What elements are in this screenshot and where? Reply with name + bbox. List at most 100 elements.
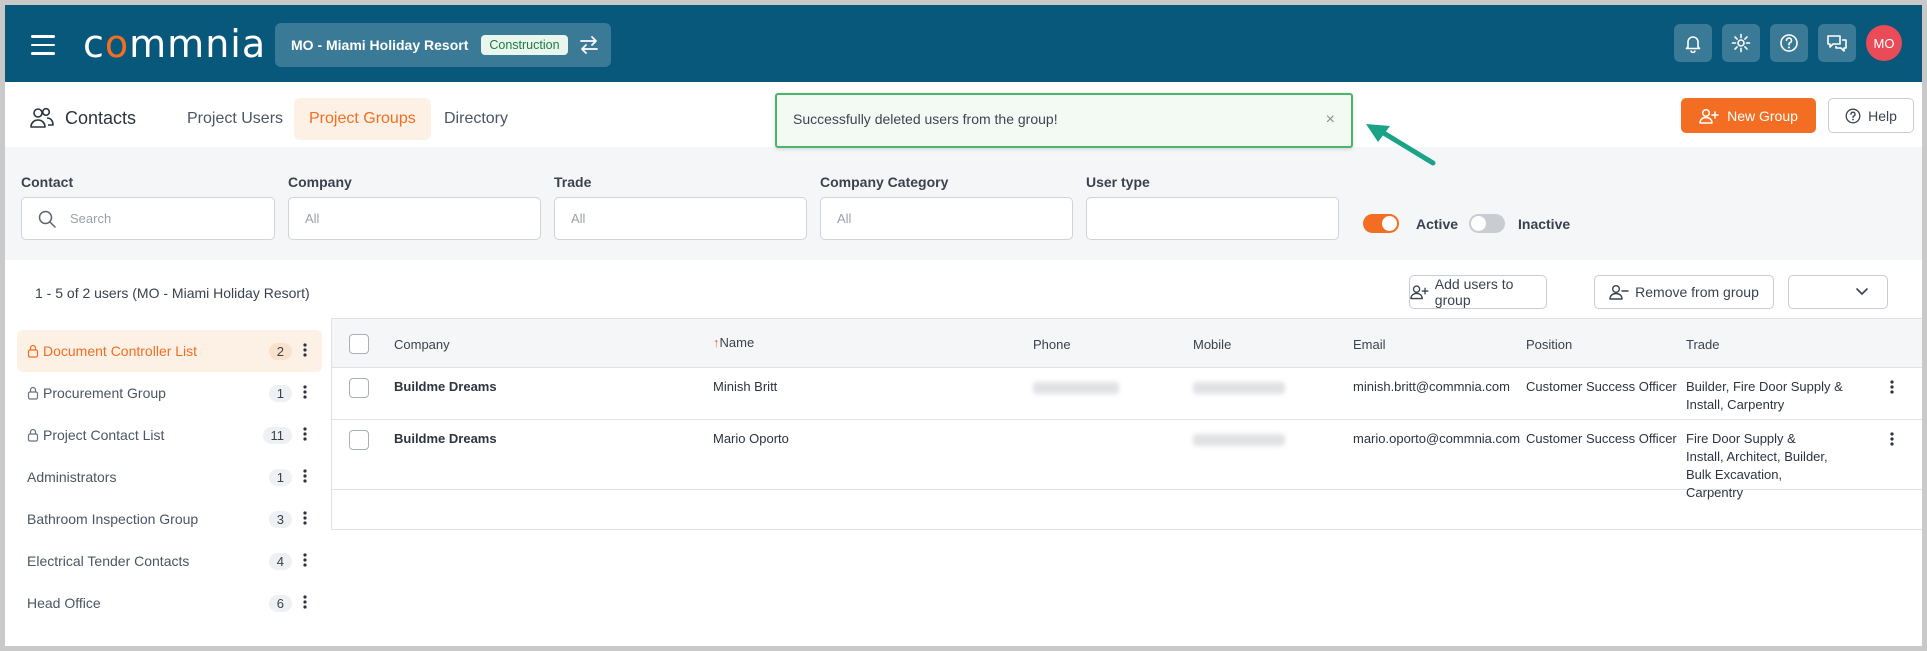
cell-trade: Fire Door Supply & Install, Architect, B… [1686,431,1828,500]
annotation-arrow-icon [1366,124,1436,166]
redacted-phone [1033,382,1119,394]
company-category-filter-select[interactable]: All [820,197,1073,240]
row-more-vertical-icon[interactable] [1890,432,1894,446]
group-count: 1 [268,468,292,486]
lock-icon [27,386,39,400]
add-users-to-group-button[interactable]: Add users to group [1409,275,1547,309]
trade-filter-label: Trade [554,174,592,190]
active-toggle-label: Active [1416,216,1459,232]
hamburger-menu-icon[interactable] [31,35,55,55]
group-count: 3 [268,510,292,528]
help-button[interactable]: Help [1828,98,1914,133]
chevron-down-icon [1856,288,1868,295]
commnia-logo[interactable]: commnia [83,22,266,66]
contact-filter-label: Contact [21,174,74,190]
filters-panel: Contact Search Company All Trade All Com… [5,147,1922,260]
group-count: 4 [268,552,292,570]
user-avatar[interactable]: MO [1866,25,1902,61]
trade-filter-select[interactable]: All [554,197,807,240]
col-name-label: Name [719,335,755,350]
cell-company: Buildme Dreams [394,379,497,394]
company-filter-label: Company [288,174,352,190]
col-position[interactable]: Position [1526,337,1572,352]
more-vertical-icon[interactable] [303,511,307,525]
redacted-mobile [1193,434,1285,446]
inactive-toggle[interactable] [1469,214,1505,233]
row-more-vertical-icon[interactable] [1890,380,1894,394]
table-row[interactable]: Buildme Dreams Minish Britt minish.britt… [332,368,1922,420]
group-item[interactable]: Head Office 6 [17,582,322,624]
group-count: 6 [268,594,292,612]
success-toast: Successfully deleted users from the grou… [775,93,1353,148]
contact-search-input[interactable]: Search [21,197,275,240]
group-item[interactable]: Project Contact List 11 [17,414,322,456]
results-count: 1 - 5 of 2 users (MO - Miami Holiday Res… [35,285,310,301]
table-row[interactable]: Buildme Dreams Mario Oporto mario.oporto… [332,420,1922,500]
more-vertical-icon[interactable] [303,427,307,441]
tab-directory[interactable]: Directory [429,98,523,140]
group-item[interactable]: Administrators 1 [17,456,322,498]
help-label: Help [1868,107,1897,124]
search-placeholder: Search [70,211,112,226]
group-item[interactable]: Electrical Tender Contacts 4 [17,540,322,582]
table-header: Company ↑Name Phone Mobile Email Positio… [332,318,1922,368]
group-name: Electrical Tender Contacts [27,553,190,569]
search-icon [38,210,56,228]
notifications-bell-icon[interactable] [1674,24,1712,62]
cell-name: Mario Oporto [713,431,789,446]
more-vertical-icon[interactable] [303,469,307,483]
tab-project-groups[interactable]: Project Groups [294,98,431,140]
company-filter-select[interactable]: All [288,197,541,240]
more-vertical-icon[interactable] [303,553,307,567]
group-name: Head Office [27,595,101,611]
add-users-label: Add users to group [1434,276,1514,308]
remove-user-icon [1609,285,1629,300]
chat-messages-icon[interactable] [1818,24,1856,62]
help-circle-icon[interactable] [1770,24,1808,62]
group-name: Document Controller List [43,343,198,359]
active-toggle[interactable] [1363,214,1399,233]
col-name[interactable]: ↑Name [713,335,754,350]
groups-list: Document Controller List 2 Procurement G… [17,330,322,624]
col-trade[interactable]: Trade [1686,337,1719,352]
add-user-icon [1410,285,1429,300]
col-phone[interactable]: Phone [1033,337,1071,352]
row-checkbox[interactable] [349,378,369,398]
group-name: Project Contact List [43,427,165,443]
group-item[interactable]: Procurement Group 1 [17,372,322,414]
tab-project-users[interactable]: Project Users [172,98,298,140]
user-type-filter-select[interactable] [1086,197,1339,240]
swap-arrows-icon [579,36,598,54]
remove-from-group-label: Remove from group [1635,284,1759,300]
col-email[interactable]: Email [1353,337,1386,352]
group-name: Administrators [27,469,117,485]
select-all-checkbox[interactable] [349,334,369,354]
group-count: 11 [262,426,292,444]
more-vertical-icon[interactable] [303,385,307,399]
more-vertical-icon[interactable] [303,595,307,609]
page-title-text: Contacts [65,107,137,128]
group-count: 2 [268,342,292,360]
toast-close-icon[interactable]: × [1326,111,1335,129]
settings-gear-icon[interactable] [1722,24,1760,62]
col-mobile[interactable]: Mobile [1193,337,1231,352]
inactive-toggle-label: Inactive [1518,216,1571,232]
app-window: commnia MO - Miami Holiday Resort Constr… [5,5,1922,646]
group-members-table: Company ↑Name Phone Mobile Email Positio… [331,318,1922,530]
page-title: Contacts [29,107,136,129]
actions-dropdown[interactable] [1788,275,1888,309]
project-switcher[interactable]: MO - Miami Holiday Resort Construction [275,23,611,67]
help-question-icon [1845,108,1861,123]
more-vertical-icon[interactable] [303,343,307,357]
lock-icon [27,428,39,442]
remove-from-group-button[interactable]: Remove from group [1594,275,1774,309]
redacted-mobile [1193,382,1285,394]
group-item[interactable]: Document Controller List 2 [17,330,322,372]
toast-message: Successfully deleted users from the grou… [793,111,1058,127]
row-checkbox[interactable] [349,430,369,450]
col-company[interactable]: Company [394,337,450,352]
contacts-people-icon [30,107,54,128]
group-item[interactable]: Bathroom Inspection Group 3 [17,498,322,540]
new-group-button[interactable]: New Group [1681,98,1816,133]
user-type-filter-label: User type [1086,174,1150,190]
